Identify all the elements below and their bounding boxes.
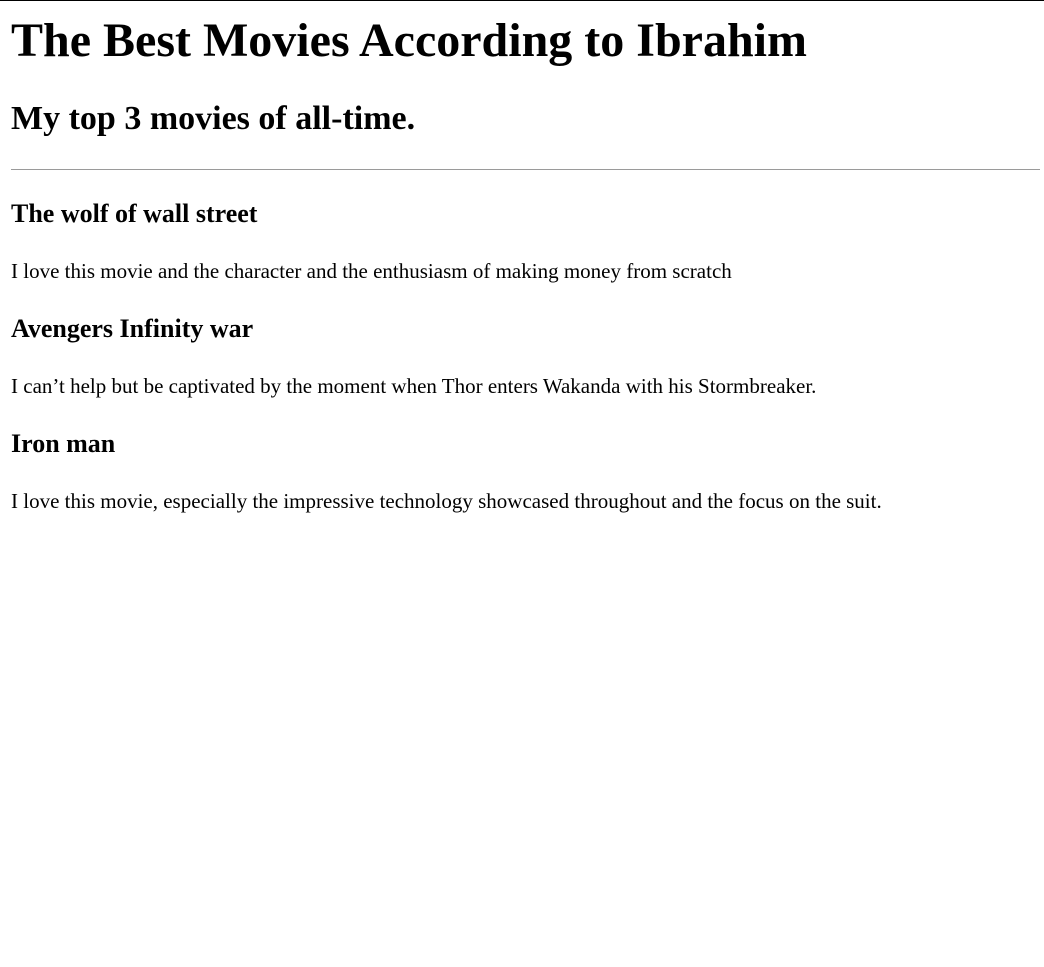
page-subtitle: My top 3 movies of all-time. [11,100,416,137]
page-content: The Best Movies According to Ibrahim My … [11,0,1040,512]
movie-description: I can’t help but be captivated by the mo… [11,374,817,398]
page-title: The Best Movies According to Ibrahim [11,14,807,67]
movie-list: The wolf of wall street I love this movi… [11,201,1040,512]
movie-title: Iron man [11,429,116,458]
movie-item: Iron man I love this movie, especially t… [11,431,1040,512]
movie-item: Avengers Infinity war I can’t help but b… [11,316,1040,397]
movie-description: I love this movie and the character and … [11,259,732,283]
section-divider [11,169,1040,170]
movie-title: Avengers Infinity war [11,314,254,343]
movie-description: I love this movie, especially the impres… [11,489,882,513]
movie-title: The wolf of wall street [11,199,258,228]
movie-item: The wolf of wall street I love this movi… [11,201,1040,282]
